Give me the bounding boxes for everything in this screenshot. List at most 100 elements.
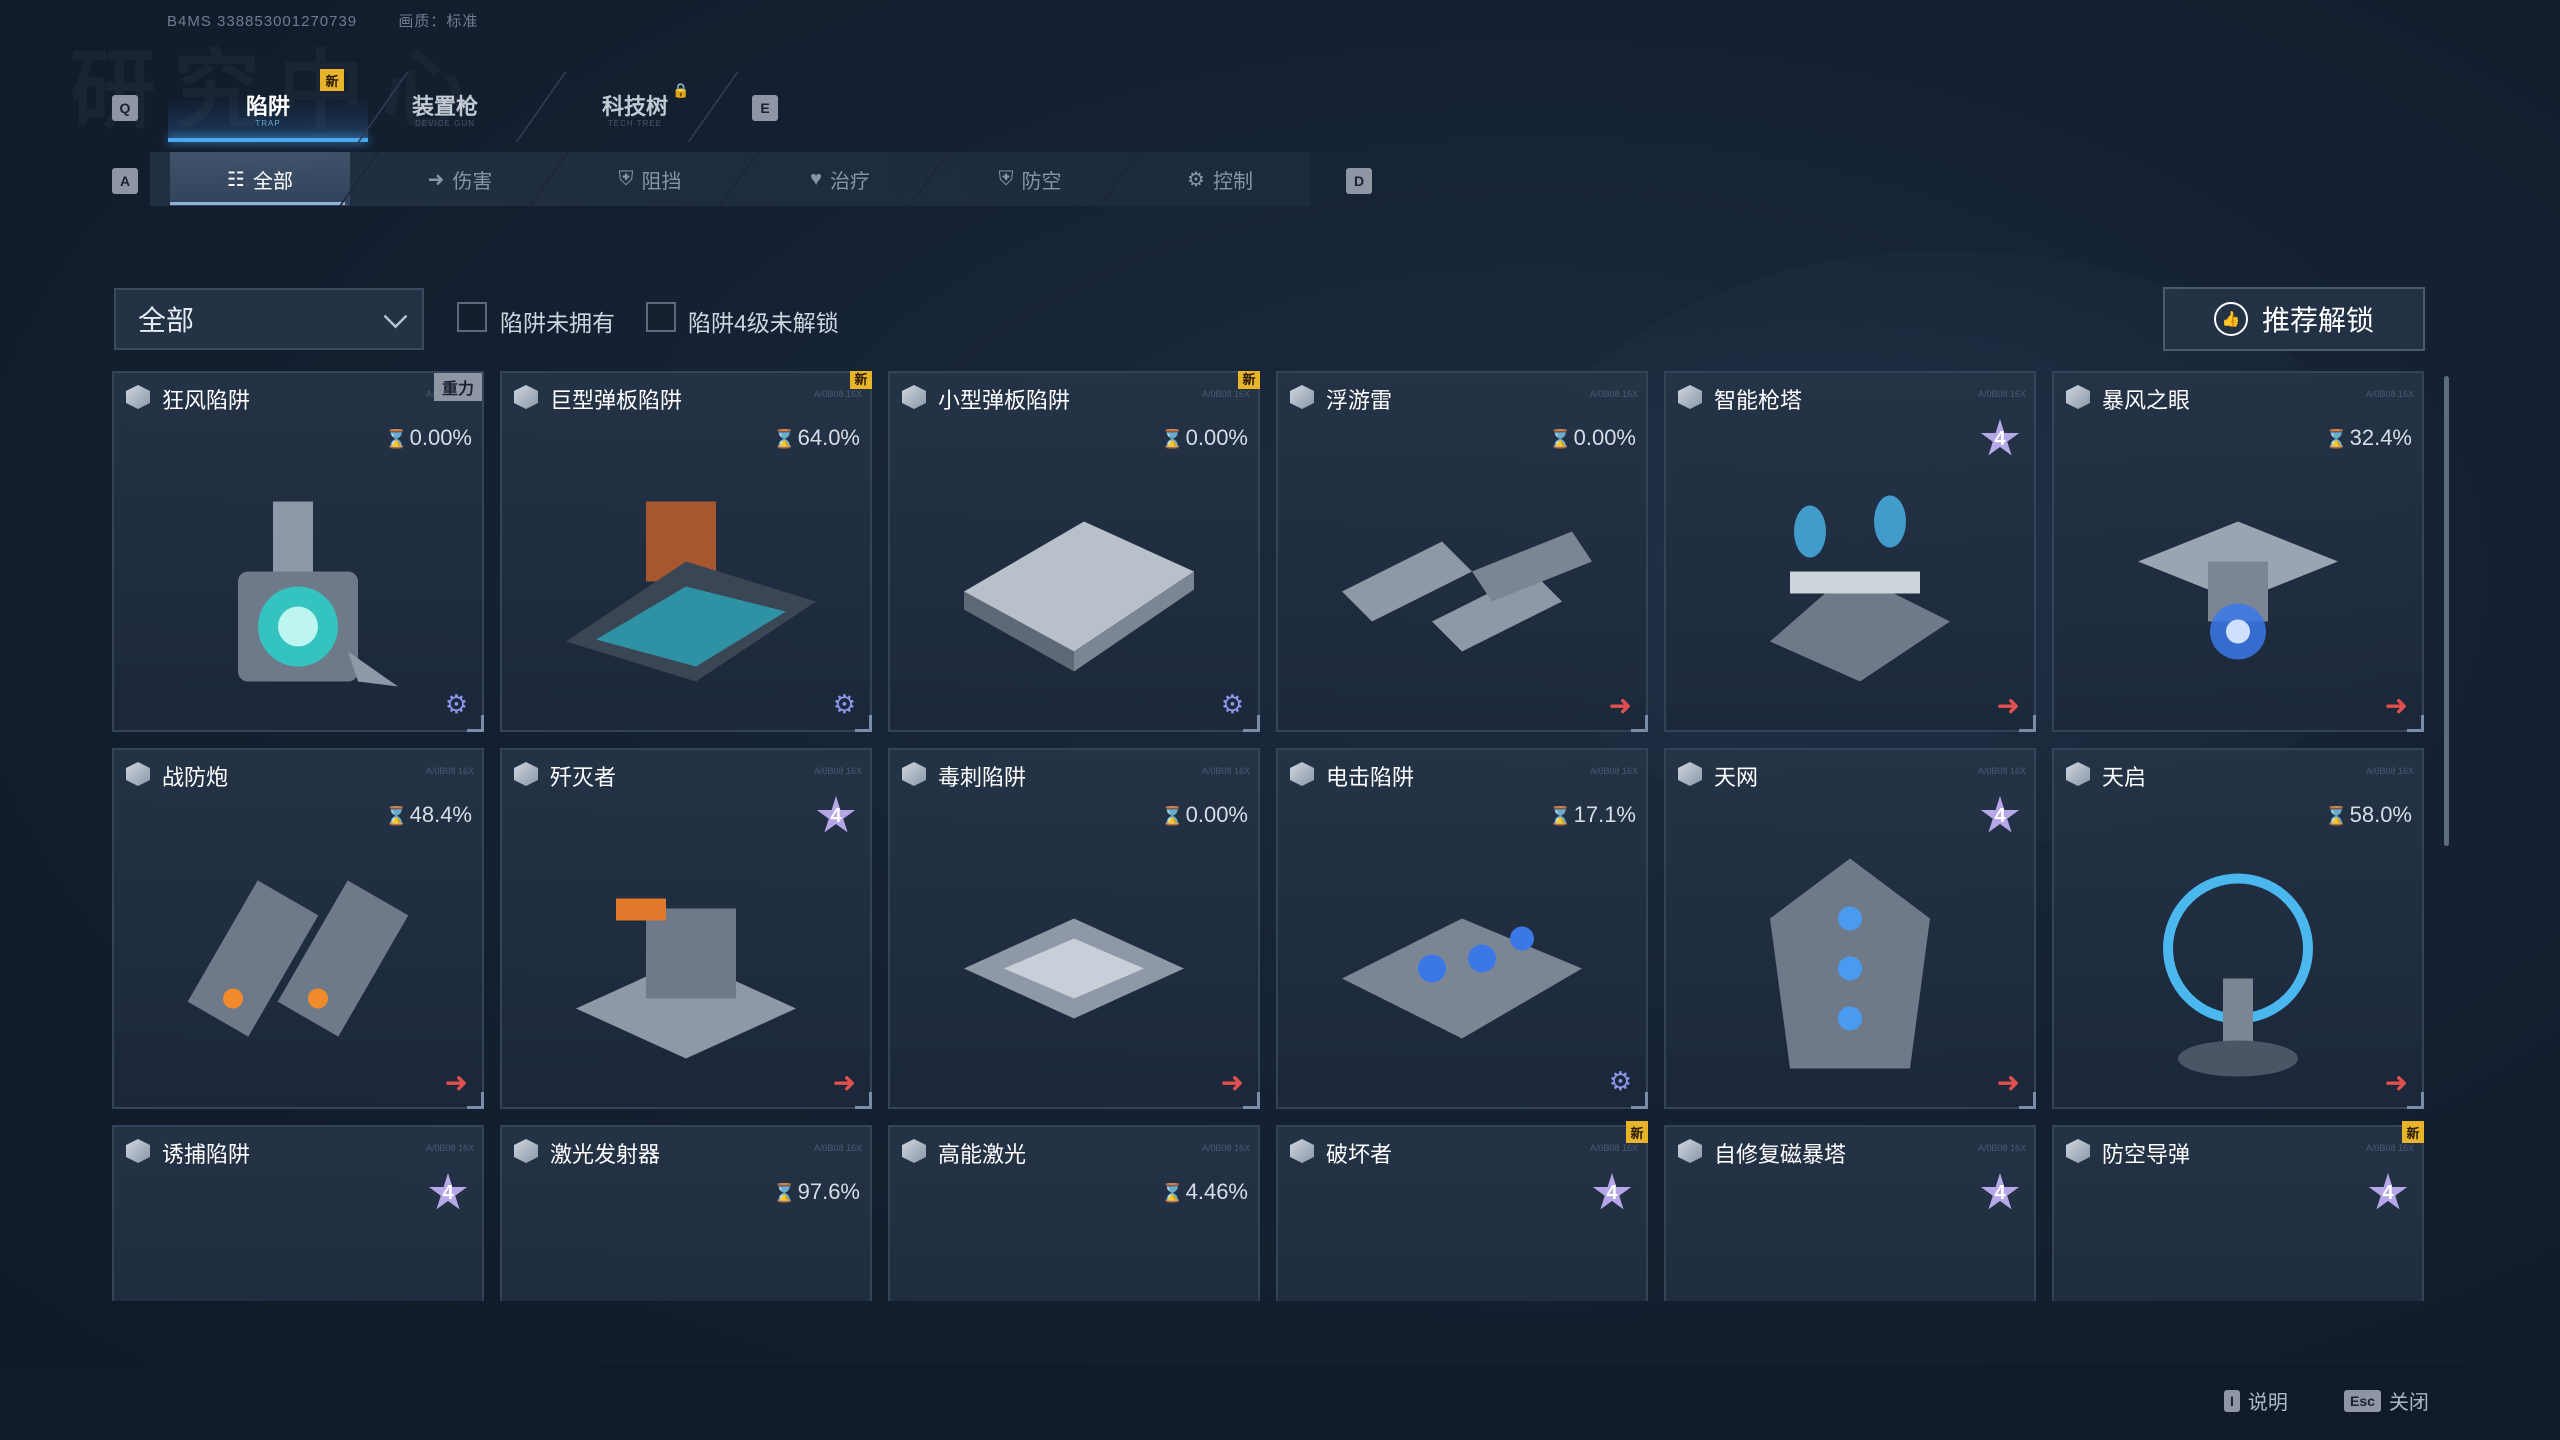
grid-scrollbar[interactable] xyxy=(2444,376,2449,846)
trap-model-image xyxy=(1322,879,1602,1064)
trap-model-image xyxy=(1332,1286,1592,1301)
trap-type-icon xyxy=(126,762,150,786)
new-badge: 新 xyxy=(1238,371,1260,389)
arrow-right-icon[interactable]: ➜ xyxy=(2385,689,2408,722)
card-corner-accent xyxy=(2407,1092,2424,1109)
card-corner-accent xyxy=(2407,715,2424,732)
settings-gear-icon[interactable]: ⚙ xyxy=(1221,689,1244,720)
subtab-all[interactable]: ☷ 全部 xyxy=(170,152,350,206)
trap-card[interactable]: 毒刺陷阱 A/0B08 16X ⌛0.00% ➜ xyxy=(888,748,1260,1109)
tab-device-gun[interactable]: 装置枪 DEVICE GUN xyxy=(380,72,510,138)
card-corner-accent xyxy=(1243,1092,1260,1109)
checkbox-not-owned-label: 陷阱未拥有 xyxy=(500,310,615,336)
trap-card-progress-value: 0.00% xyxy=(1573,425,1636,450)
trap-card[interactable]: 防空导弹 A/0B08 16X 新 4 xyxy=(2052,1121,2424,1301)
trap-model-image xyxy=(944,899,1204,1044)
settings-gear-icon[interactable]: ⚙ xyxy=(445,689,468,720)
heart-icon: ♥ xyxy=(810,167,822,190)
subtab-control[interactable]: ⚙ 控制 xyxy=(1130,152,1310,206)
trap-model-image xyxy=(2118,502,2358,687)
next-main-tab-key[interactable]: E xyxy=(752,95,778,121)
prev-sub-tab-key[interactable]: A xyxy=(112,168,138,194)
trap-card-progress-value: 0.00% xyxy=(1185,802,1248,827)
arrow-right-icon[interactable]: ➜ xyxy=(1221,1066,1244,1099)
recommend-unlock-button[interactable]: 👍 推荐解锁 xyxy=(2163,287,2425,351)
hourglass-icon: ⌛ xyxy=(1161,429,1184,449)
tab-tech-tree-label: 科技树 xyxy=(601,94,668,119)
trap-card-name: 狂风陷阱 xyxy=(162,388,251,413)
trap-card[interactable]: 自修复磁暴塔 A/0B08 16X 4 xyxy=(1664,1125,2036,1301)
subtab-heal[interactable]: ♥ 治疗 xyxy=(750,152,930,206)
trap-card[interactable]: 暴风之眼 A/0B08 16X ⌛32.4% ➜ xyxy=(2052,371,2424,732)
trap-model-image xyxy=(178,849,418,1094)
arrow-right-icon[interactable]: ➜ xyxy=(833,1066,856,1099)
card-corner-accent xyxy=(467,715,484,732)
trap-card-code: A/0B08 16X xyxy=(1201,766,1250,776)
trap-card-code: A/0B08 16X xyxy=(1201,1143,1250,1153)
bottom-bar xyxy=(0,1365,2560,1440)
trap-card[interactable]: 歼灭者 A/0B08 16X 4 ➜ xyxy=(500,748,872,1109)
arrow-right-icon[interactable]: ➜ xyxy=(1997,1066,2020,1099)
card-corner-accent xyxy=(1243,715,1260,732)
trap-card[interactable]: 小型弹板陷阱 A/0B08 16X 新 ⌛0.00% ⚙ xyxy=(888,371,1260,732)
arrow-right-icon[interactable]: ➜ xyxy=(1609,689,1632,722)
checkbox-not-owned[interactable] xyxy=(457,302,487,332)
trap-type-icon xyxy=(1678,762,1702,786)
trap-card-code: A/0B08 16X xyxy=(1589,389,1638,399)
subtab-control-label: 控制 xyxy=(1212,170,1253,193)
trap-card[interactable]: 天网 A/0B08 16X 4 ➜ xyxy=(1664,748,2036,1109)
trap-card[interactable]: 巨型弹板陷阱 A/0B08 16X 新 ⌛64.0% ⚙ xyxy=(500,371,872,732)
new-badge: 新 xyxy=(2402,1121,2424,1143)
tab-device-gun-sub: DEVICE GUN xyxy=(415,119,475,128)
trap-card[interactable]: 破坏者 A/0B08 16X 新 4 xyxy=(1276,1121,1648,1301)
trap-card[interactable]: 智能枪塔 A/0B08 16X 4 ➜ xyxy=(1664,371,2036,732)
trap-model-image xyxy=(2128,849,2348,1094)
subtab-antiair[interactable]: ⛨ 防空 xyxy=(940,152,1120,206)
trap-card[interactable]: 电击陷阱 A/0B08 16X ⌛17.1% ⚙ xyxy=(1276,748,1648,1109)
filter-dropdown[interactable]: 全部 xyxy=(114,288,424,350)
info-key: I xyxy=(2224,1389,2240,1412)
card-corner-accent xyxy=(2019,1092,2036,1109)
subtab-block-label: 阻挡 xyxy=(641,170,682,193)
tab-device-gun-label: 装置枪 xyxy=(411,94,478,119)
subtab-damage[interactable]: ➜ 伤害 xyxy=(370,152,550,206)
card-corner-accent xyxy=(1631,1092,1648,1109)
arrow-right-icon[interactable]: ➜ xyxy=(445,1066,468,1099)
close-button[interactable]: Esc 关闭 xyxy=(2344,1386,2429,1415)
trap-card-code: A/0B08 16X xyxy=(813,766,862,776)
trap-card[interactable]: 浮游雷 A/0B08 16X ⌛0.00% ➜ xyxy=(1276,371,1648,732)
trap-card-tag: 重力 xyxy=(433,373,482,401)
trap-model-image xyxy=(168,1286,428,1301)
thumbs-up-icon: 👍 xyxy=(2213,302,2248,336)
trap-card[interactable]: 诱捕陷阱 A/0B08 16X 4 xyxy=(112,1125,484,1301)
checkbox-level4-locked[interactable] xyxy=(646,302,676,332)
subtab-damage-label: 伤害 xyxy=(452,170,493,193)
trap-model-image xyxy=(556,1286,816,1301)
subtab-block[interactable]: ⛨ 阻挡 xyxy=(560,152,740,206)
trap-card-name: 战防炮 xyxy=(162,765,229,790)
arrow-right-icon[interactable]: ➜ xyxy=(2385,1066,2408,1099)
hourglass-icon: ⌛ xyxy=(773,1183,796,1203)
info-button[interactable]: I 说明 xyxy=(2224,1386,2288,1415)
next-sub-tab-key[interactable]: D xyxy=(1346,168,1372,194)
prev-main-tab-key[interactable]: Q xyxy=(112,95,138,121)
trap-card[interactable]: 战防炮 A/0B08 16X ⌛48.4% ➜ xyxy=(112,748,484,1109)
level-star-icon: 4 xyxy=(1980,1173,2020,1210)
esc-key: Esc xyxy=(2344,1389,2381,1412)
new-badge: 新 xyxy=(320,69,344,91)
trap-card-progress-value: 58.0% xyxy=(2349,802,2412,827)
trap-card-code: A/0B08 16X xyxy=(813,1143,862,1153)
settings-gear-icon[interactable]: ⚙ xyxy=(1609,1066,1632,1097)
arrow-right-icon[interactable]: ➜ xyxy=(1997,689,2020,722)
trap-card[interactable]: 狂风陷阱A/0B08 16X重力⌛0.00%⚙ xyxy=(112,371,484,732)
trap-model-image xyxy=(1720,1286,1980,1301)
trap-card[interactable]: 天启 A/0B08 16X ⌛58.0% ➜ xyxy=(2052,748,2424,1109)
trap-card-progress: ⌛0.00% xyxy=(1161,802,1248,828)
settings-gear-icon[interactable]: ⚙ xyxy=(833,689,856,720)
card-corner-accent xyxy=(855,715,872,732)
trap-card[interactable]: 高能激光 A/0B08 16X ⌛4.46% xyxy=(888,1125,1260,1301)
trap-type-icon xyxy=(2066,1139,2090,1163)
trap-card[interactable]: 激光发射器 A/0B08 16X ⌛97.6% xyxy=(500,1125,872,1301)
trap-card-code: A/0B08 16X xyxy=(1201,389,1250,399)
active-tab-underline xyxy=(168,138,368,142)
